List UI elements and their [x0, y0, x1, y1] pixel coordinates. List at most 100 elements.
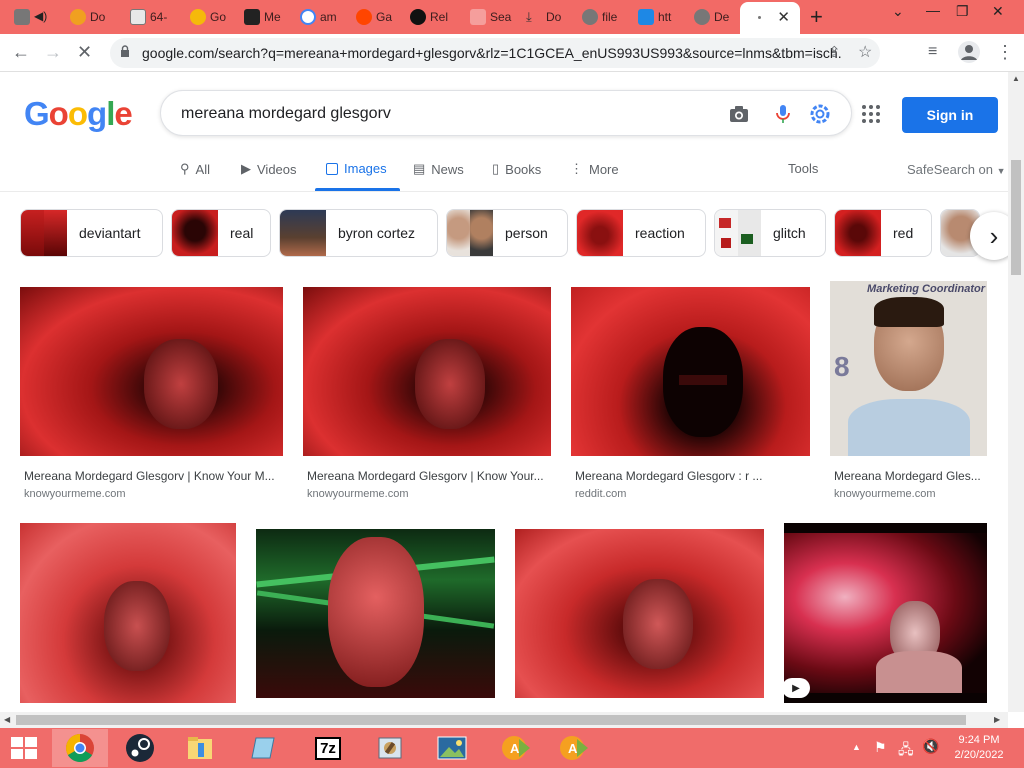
result-thumbnail[interactable]	[20, 287, 283, 456]
tab-6[interactable]: Ga	[356, 4, 392, 30]
tab-0[interactable]: ◀)	[14, 4, 47, 30]
start-button[interactable]	[0, 729, 48, 767]
forward-icon[interactable]: →	[44, 42, 62, 62]
stop-loading-icon[interactable]: ✕	[77, 42, 92, 62]
7zip-taskbar-button[interactable]: 7z	[300, 729, 356, 767]
tab-1[interactable]: Do	[70, 4, 105, 30]
paint-taskbar-button[interactable]	[362, 729, 418, 767]
system-clock[interactable]: 9:24 PM 2/20/2022	[944, 733, 1014, 763]
nav-tab-news[interactable]: ▤ News	[413, 161, 464, 177]
scrollbar-thumb[interactable]	[1011, 160, 1021, 275]
tab-7[interactable]: Rel	[410, 4, 448, 30]
google-logo[interactable]: Google	[24, 95, 133, 133]
chip-byron-cortez[interactable]: byron cortez	[279, 209, 438, 257]
media-queue-icon[interactable]: ≡	[928, 42, 937, 62]
tab-11[interactable]: htt	[638, 4, 671, 30]
tools-button[interactable]: Tools	[788, 161, 818, 176]
video-result[interactable]: ▶	[782, 523, 987, 703]
network-icon[interactable]: 🖧	[898, 739, 914, 763]
microphone-icon[interactable]	[772, 103, 794, 125]
result-thumbnail[interactable]	[515, 529, 764, 698]
chip-real[interactable]: real	[171, 209, 271, 257]
arrow-app-taskbar-button-2[interactable]: A	[546, 729, 602, 767]
back-icon[interactable]: ←	[12, 42, 30, 62]
result-title[interactable]: Mereana Mordegard Glesgorv | Know Your M…	[24, 469, 282, 483]
tab-8[interactable]: Sea	[470, 4, 511, 30]
result-title[interactable]: Mereana Mordegard Glesgorv | Know Your..…	[307, 469, 551, 483]
tab-search-icon[interactable]: ⌄	[892, 3, 904, 20]
volume-muted-icon[interactable]: 🔇	[922, 738, 939, 755]
download-icon: ⤓	[526, 9, 532, 24]
tab-favicon-icon	[244, 9, 260, 25]
scroll-up-icon[interactable]: ▲	[1012, 74, 1020, 83]
arrow-app-taskbar-button[interactable]: A	[488, 729, 544, 767]
show-hidden-icons-icon[interactable]: ▲	[852, 742, 861, 752]
horizontal-scrollbar[interactable]: ◀ ▶	[0, 712, 1008, 728]
image-result[interactable]: Marketing Coordinator 8 Mereana Mordegar…	[830, 281, 987, 502]
video-icon: ▶	[241, 161, 251, 176]
scroll-left-icon[interactable]: ◀	[4, 715, 10, 724]
image-result[interactable]	[256, 529, 495, 698]
result-thumbnail[interactable]: Marketing Coordinator 8	[830, 281, 987, 456]
minimize-icon[interactable]: —	[926, 2, 940, 18]
result-thumbnail[interactable]	[20, 523, 236, 703]
close-tab-icon[interactable]: ✕	[777, 8, 790, 26]
image-result[interactable]: Mereana Mordegard Glesgorv : r ... reddi…	[571, 287, 810, 502]
play-icon[interactable]: ▶	[782, 678, 810, 698]
tab-2[interactable]: 64-	[130, 4, 167, 30]
image-result[interactable]	[515, 529, 764, 698]
new-tab-icon[interactable]: +	[810, 4, 823, 30]
image-result[interactable]	[20, 523, 236, 703]
result-thumbnail[interactable]	[303, 287, 551, 456]
chip-red[interactable]: red	[834, 209, 932, 257]
notepad-taskbar-button[interactable]	[236, 729, 292, 767]
chip-reaction[interactable]: reaction	[576, 209, 706, 257]
file-explorer-taskbar-button[interactable]	[172, 729, 228, 767]
bookmark-star-icon[interactable]: ☆	[858, 43, 872, 63]
result-thumbnail[interactable]	[571, 287, 810, 456]
share-icon[interactable]: ⇪	[828, 43, 841, 63]
result-source: knowyourmeme.com	[834, 488, 936, 500]
photos-taskbar-button[interactable]	[424, 729, 480, 767]
result-title[interactable]: Mereana Mordegard Gles...	[834, 469, 987, 483]
search-input[interactable]: mereana mordegard glesgorv	[181, 105, 391, 123]
search-box[interactable]: mereana mordegard glesgorv	[160, 90, 852, 136]
active-tab[interactable]: ✕	[740, 2, 800, 34]
profile-avatar-icon[interactable]	[958, 41, 980, 63]
tab-5[interactable]: am	[300, 4, 337, 30]
google-apps-icon[interactable]	[862, 105, 880, 123]
sign-in-button[interactable]: Sign in	[902, 97, 998, 133]
menu-kebab-icon[interactable]: ⋮	[996, 42, 1014, 62]
scroll-right-icon[interactable]: ▶	[994, 715, 1000, 724]
nav-tab-books[interactable]: ▯ Books	[492, 161, 541, 177]
close-window-icon[interactable]: ✕	[992, 3, 1004, 20]
chip-deviantart[interactable]: deviantart	[20, 209, 163, 257]
nav-tab-all[interactable]: ⚲ All	[180, 161, 210, 177]
tab-9[interactable]: ⤓ Do	[526, 4, 561, 30]
safesearch-toggle[interactable]: SafeSearch on ▼	[907, 162, 1006, 177]
tab-3[interactable]: Go	[190, 4, 226, 30]
nav-tab-more[interactable]: ⋮ More	[570, 161, 619, 177]
nav-tab-videos[interactable]: ▶ Videos	[241, 161, 297, 177]
camera-icon[interactable]	[728, 103, 750, 125]
scrollbar-thumb[interactable]	[16, 715, 966, 725]
search-settings-gear-icon[interactable]	[809, 103, 831, 125]
image-result[interactable]: Mereana Mordegard Glesgorv | Know Your M…	[20, 287, 283, 502]
tab-12[interactable]: De	[694, 4, 729, 30]
chip-glitch[interactable]: glitch	[714, 209, 826, 257]
chip-person[interactable]: person	[446, 209, 568, 257]
vertical-scrollbar[interactable]: ▲	[1008, 72, 1024, 712]
tab-10[interactable]: file	[582, 4, 617, 30]
result-thumbnail[interactable]	[784, 523, 987, 703]
steam-taskbar-button[interactable]	[112, 729, 168, 767]
chrome-taskbar-button[interactable]	[52, 729, 108, 767]
restore-icon[interactable]: ❐	[956, 3, 969, 20]
tab-4[interactable]: Me	[244, 4, 281, 30]
address-bar[interactable]: google.com/search?q=mereana+mordegard+gl…	[110, 38, 880, 68]
nav-tab-images[interactable]: Images	[326, 161, 387, 176]
result-thumbnail[interactable]	[256, 529, 495, 698]
notepad-icon	[251, 737, 275, 759]
image-result[interactable]: Mereana Mordegard Glesgorv | Know Your..…	[303, 287, 551, 502]
action-center-flag-icon[interactable]: ⚑	[874, 739, 887, 756]
result-title[interactable]: Mereana Mordegard Glesgorv : r ...	[575, 469, 810, 483]
